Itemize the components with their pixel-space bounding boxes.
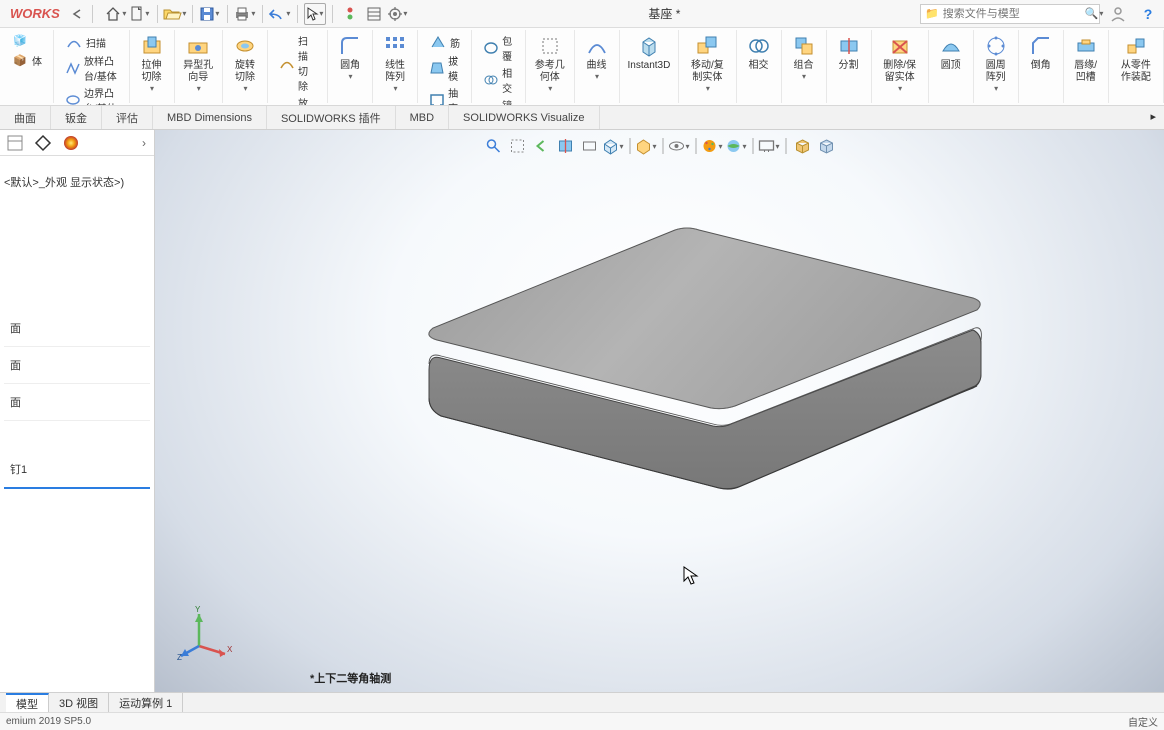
wrap-button[interactable]: 包覆 [480,32,517,64]
circular-pattern-button[interactable]: 圆周阵列▾ [978,32,1014,95]
tabs-overflow-icon[interactable]: ▸ [1142,106,1164,129]
tab-surface[interactable]: 曲面 [0,106,51,129]
scan-button[interactable]: 扫描 [62,32,121,52]
document-title: 基座 * [409,5,920,22]
save-icon[interactable]: ▾ [199,3,221,25]
status-bar: emium 2019 SP5.0 自定义 [0,712,1164,730]
chamfer-button[interactable]: 倒角 [1023,32,1059,74]
collapse-icon[interactable] [66,3,88,25]
model-base[interactable] [155,130,1164,692]
split-button[interactable]: 分割 [831,32,867,74]
version-label: emium 2019 SP5.0 [6,716,91,727]
draft-button[interactable]: 拔模 [426,52,463,84]
tree-item-face-1[interactable]: 面 [4,310,150,347]
extrude-cut-button[interactable]: 拉伸切除▾ [134,32,170,95]
loft-cut-button[interactable]: 放样切割 [276,94,319,106]
search-input[interactable] [943,8,1085,20]
tab-mbd-dimensions[interactable]: MBD Dimensions [153,106,267,129]
intersect-button[interactable]: 相交 [480,64,517,96]
quick-access: ▾ ▾ ▾ ▾ ▾ ▾ ▾ ▾ [105,3,409,25]
boundary-boss-button[interactable]: 边界凸台/基体 [62,84,121,106]
from-assembly-button[interactable]: 从零件作装配 [1113,32,1159,86]
linear-pattern-button[interactable]: 线性阵列▾ [377,32,413,95]
tab-solidworks-addins[interactable]: SOLIDWORKS 插件 [267,106,396,129]
svg-text:X: X [227,645,233,654]
document-tabs: 模型 3D 视图 运动算例 1 [0,692,1164,712]
move-copy-button[interactable]: 移动/复制实体▾ [683,32,731,95]
home-icon[interactable]: ▾ [105,3,127,25]
search-dropdown-icon[interactable]: ▾ [1099,9,1103,18]
rebuild-icon[interactable] [339,3,361,25]
tab-sheetmetal[interactable]: 钣金 [51,106,102,129]
extrude-boss-button[interactable]: 放样凸台/基体 [62,52,121,84]
view-orientation-label: *上下二等角轴测 [310,670,391,686]
svg-text:Y: Y [195,605,201,614]
menubar: WORKS ▾ ▾ ▾ ▾ ▾ ▾ ▾ ▾ 基座 * 📁 🔍 ▾ ? [0,0,1164,28]
ref-geometry-button[interactable]: 参考几何体▾ [530,32,569,95]
svg-text:Z: Z [177,653,182,662]
scan-cut-button[interactable]: 扫描切除 [276,32,319,94]
tab-model[interactable]: 模型 [6,693,49,712]
search-box[interactable]: 📁 🔍 ▾ [920,4,1100,24]
body-button[interactable]: 📦体 [8,50,45,70]
user-icon[interactable] [1106,2,1130,26]
feature-tabs: 曲面 钣金 评估 MBD Dimensions SOLIDWORKS 插件 MB… [0,106,1164,130]
help-icon[interactable]: ? [1136,2,1160,26]
tree-item-face-2[interactable]: 面 [4,347,150,384]
undo-icon[interactable]: ▾ [269,3,291,25]
tab-3d-view[interactable]: 3D 视图 [49,693,109,712]
instant3d-button[interactable]: Instant3D [624,32,675,74]
new-icon[interactable]: ▾ [129,3,151,25]
rib-button[interactable]: 筋 [426,32,463,52]
shell-button[interactable]: 抽壳 [426,84,463,106]
tab-motion-study[interactable]: 运动算例 1 [109,693,183,712]
combine-button[interactable]: 组合▾ [786,32,822,83]
configuration-icon[interactable] [32,132,54,154]
mirror-button[interactable]: 镜向 [480,96,517,106]
options-icon[interactable] [363,3,385,25]
settings-icon[interactable]: ▾ [387,3,409,25]
print-icon[interactable]: ▾ [234,3,256,25]
curves-button[interactable]: 曲线▾ [579,32,615,83]
dome-button[interactable]: 圆顶 [933,32,969,74]
boss-base-button[interactable]: 🧊 [8,30,45,50]
hole-wizard-button[interactable]: 异型孔向导▾ [179,32,218,95]
ribbon: 🧊 📦体 扫描 放样凸台/基体 边界凸台/基体 拉伸切除▾ 异型孔向导▾ 旋转切… [0,28,1164,106]
panel-expand-icon[interactable]: › [138,136,150,150]
appearance-icon[interactable] [60,132,82,154]
3d-viewport[interactable]: ▾ ▾ ▾ ▾ ▾ ▾ [155,130,1164,692]
display-state-label: <默认>_外观 显示状态>) [4,174,150,190]
orientation-triad[interactable]: X Y Z [175,602,235,662]
lip-groove-button[interactable]: 唇缘/凹槽 [1068,32,1104,86]
tab-mbd[interactable]: MBD [396,106,449,129]
app-logo: WORKS [4,6,66,21]
intersect2-button[interactable]: 相交 [741,32,777,74]
fillet-button[interactable]: 圆角▾ [332,32,368,83]
open-icon[interactable]: ▾ [164,3,186,25]
tree-item-pin[interactable]: 钉1 [4,451,150,489]
feature-manager: › <默认>_外观 显示状态>) 面 面 面 钉1 [0,130,155,692]
folder-icon: 📁 [925,7,939,20]
tree-item-face-3[interactable]: 面 [4,384,150,421]
status-mode: 自定义 [1128,714,1158,729]
tab-evaluate[interactable]: 评估 [102,106,153,129]
search-icon[interactable]: 🔍 [1085,7,1099,20]
delete-keep-button[interactable]: 删除/保留实体▾ [876,32,924,95]
select-icon[interactable]: ▾ [304,3,326,25]
feature-tree-icon[interactable] [4,132,26,154]
tab-solidworks-visualize[interactable]: SOLIDWORKS Visualize [449,106,599,129]
revolve-cut-button[interactable]: 旋转切除▾ [227,32,263,95]
